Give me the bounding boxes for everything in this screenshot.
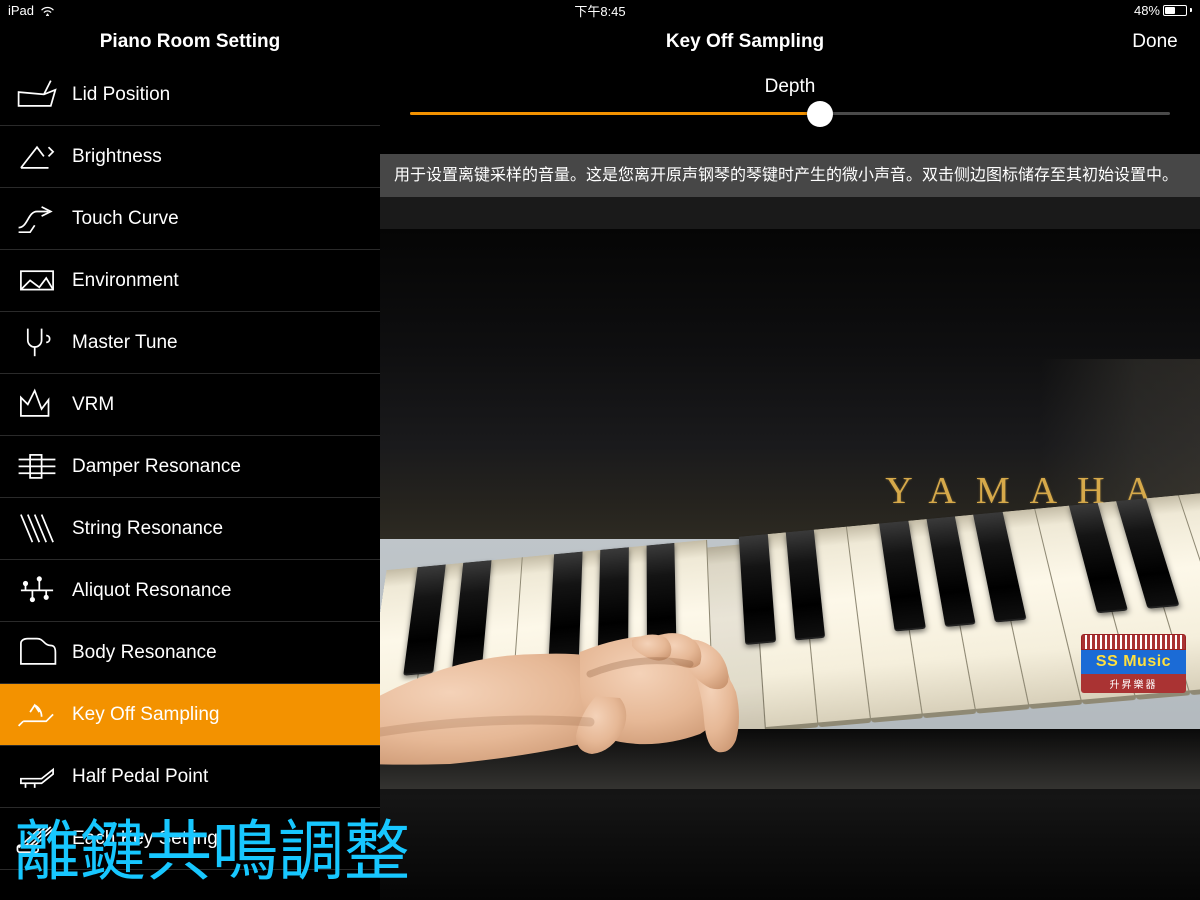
sidebar-item-aliquot-resonance[interactable]: Aliquot Resonance [0, 560, 380, 622]
status-bar: iPad 下午8:45 48% [0, 0, 1200, 20]
sidebar-item-brightness[interactable]: Brightness [0, 126, 380, 188]
environment-icon [14, 261, 60, 301]
aliquot-icon [14, 571, 60, 611]
sidebar-item-label: VRM [72, 394, 114, 416]
page-title: Key Off Sampling [380, 31, 1110, 53]
badge-title: SS Music [1081, 650, 1186, 674]
badge-keys-icon [1081, 634, 1186, 650]
brightness-icon [14, 137, 60, 177]
sidebar-item-label: Master Tune [72, 332, 178, 354]
strings-icon [14, 509, 60, 549]
sidebar-item-lid-position[interactable]: Lid Position [0, 64, 380, 126]
detail-panel: Depth 用于设置离键采样的音量。这是您离开原声钢琴的琴键时产生的微小声音。双… [380, 64, 1200, 900]
sidebar-item-label: Brightness [72, 146, 162, 168]
piano-body-icon [14, 633, 60, 673]
piano-lid-icon [14, 75, 60, 115]
sidebar-item-touch-curve[interactable]: Touch Curve [0, 188, 380, 250]
sidebar-item-label: String Resonance [72, 518, 223, 540]
sidebar-item-label: Lid Position [72, 84, 170, 106]
sidebar-item-label: Environment [72, 270, 179, 292]
depth-slider[interactable] [410, 112, 1170, 115]
sidebar-item-label: Aliquot Resonance [72, 580, 232, 602]
sidebar-item-vrm[interactable]: VRM [0, 374, 380, 436]
depth-slider-section: Depth [380, 64, 1200, 154]
clock: 下午8:45 [574, 1, 625, 20]
slider-label: Depth [410, 76, 1170, 98]
done-button[interactable]: Done [1110, 31, 1200, 53]
piano-body: YAMAHA [380, 229, 1200, 539]
badge-subtitle: 升昇樂器 [1081, 674, 1186, 693]
sidebar[interactable]: Lid Position Brightness Touch Curve Environ… [0, 64, 380, 900]
sidebar-item-label: Half Pedal Point [72, 766, 208, 788]
sidebar-item-key-off-sampling[interactable]: Key Off Sampling [0, 684, 380, 746]
touch-curve-icon [14, 199, 60, 239]
battery-fill [1165, 7, 1175, 14]
hand-image [380, 504, 840, 784]
ss-music-badge: SS Music 升昇樂器 [1081, 634, 1186, 693]
vrm-icon [14, 385, 60, 425]
sidebar-item-label: Damper Resonance [72, 456, 241, 478]
pedal-icon [14, 757, 60, 797]
description-text: 用于设置离键采样的音量。这是您离开原声钢琴的琴键时产生的微小声音。双击侧边图标储… [380, 154, 1200, 197]
sidebar-item-damper-resonance[interactable]: Damper Resonance [0, 436, 380, 498]
header: Piano Room Setting Key Off Sampling Done [0, 20, 1200, 64]
sidebar-item-label: Body Resonance [72, 642, 217, 664]
key-off-icon [14, 695, 60, 735]
damper-icon [14, 447, 60, 487]
sidebar-item-body-resonance[interactable]: Body Resonance [0, 622, 380, 684]
tuning-fork-icon [14, 323, 60, 363]
battery-percent: 48% [1134, 3, 1160, 18]
sidebar-title: Piano Room Setting [0, 31, 380, 53]
caption-text: 離鍵共鳴調整 [14, 798, 410, 894]
device-label: iPad [8, 3, 34, 18]
piano-photo: YAMAHA [380, 229, 1200, 900]
sidebar-item-master-tune[interactable]: Master Tune [0, 312, 380, 374]
sidebar-item-environment[interactable]: Environment [0, 250, 380, 312]
sidebar-item-label: Touch Curve [72, 208, 179, 230]
battery-icon [1163, 5, 1187, 16]
slider-fill [410, 112, 820, 115]
sidebar-item-string-resonance[interactable]: String Resonance [0, 498, 380, 560]
wifi-icon [40, 5, 55, 16]
slider-thumb[interactable] [807, 101, 833, 127]
sidebar-item-label: Key Off Sampling [72, 704, 220, 726]
